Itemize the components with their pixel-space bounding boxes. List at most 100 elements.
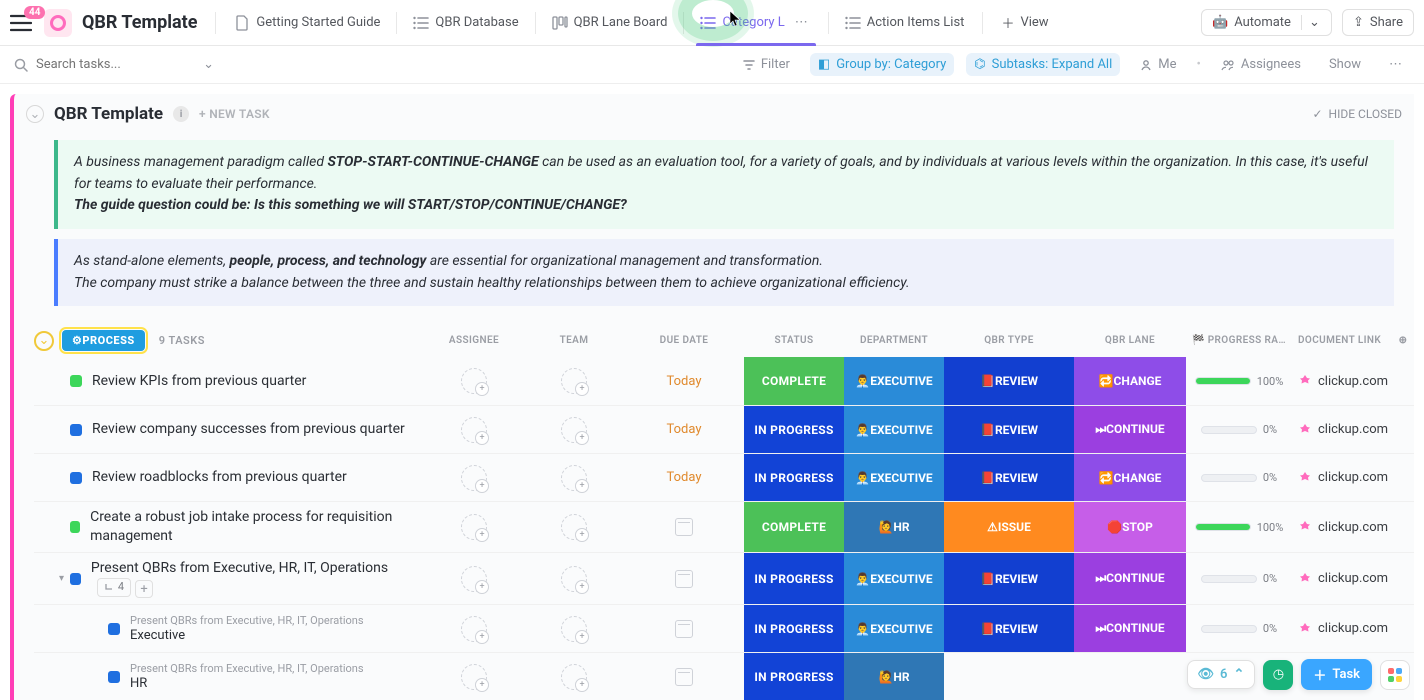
status-square[interactable] — [70, 521, 80, 533]
chevron-down-icon[interactable]: ⌄ — [203, 57, 214, 72]
qbr-type[interactable]: 📕REVIEW — [944, 605, 1074, 652]
watchers-pill[interactable]: 👁 6 ⌃ — [1187, 660, 1256, 689]
task-row[interactable]: ▾Present QBRs from Executive, HR, IT, Op… — [34, 552, 1414, 604]
due-date[interactable] — [624, 605, 744, 652]
status-cell[interactable]: IN PROGRESS — [744, 406, 844, 453]
tab-options[interactable]: ⋯ — [791, 15, 812, 30]
status-square[interactable] — [70, 424, 82, 436]
status-square[interactable] — [70, 573, 81, 585]
due-date[interactable] — [624, 502, 744, 552]
department-cell[interactable]: 👨‍💼EXECUTIVE — [844, 553, 944, 604]
qbr-lane[interactable]: 🛑STOP — [1074, 502, 1186, 552]
status-cell[interactable]: IN PROGRESS — [744, 454, 844, 501]
document-link[interactable]: clickup.com — [1292, 357, 1392, 405]
department-cell[interactable]: 👨‍💼EXECUTIVE — [844, 357, 944, 405]
team-cell[interactable] — [524, 357, 624, 405]
group-chip[interactable]: ⚙PROCESS — [62, 330, 145, 351]
department-cell[interactable]: 👨‍💼EXECUTIVE — [844, 605, 944, 652]
qbr-type[interactable]: 📕REVIEW — [944, 406, 1074, 453]
progress-cell[interactable]: 100% — [1186, 357, 1292, 405]
col-qtype[interactable]: QBR TYPE — [944, 335, 1074, 346]
collapse-list-button[interactable]: ⌄ — [26, 105, 44, 123]
add-view-button[interactable]: ＋ View — [991, 13, 1058, 32]
filter-button[interactable]: Filter — [735, 53, 798, 76]
department-cell[interactable]: 👨‍💼EXECUTIVE — [844, 406, 944, 453]
document-link[interactable]: clickup.com — [1292, 406, 1392, 453]
group-by-button[interactable]: ◧ Group by: Category — [810, 53, 954, 76]
qbr-type[interactable] — [944, 653, 1074, 700]
assignee-cell[interactable] — [424, 357, 524, 405]
subtask-count[interactable]: 4 — [97, 578, 131, 597]
assignee-cell[interactable] — [424, 406, 524, 453]
hide-closed-button[interactable]: ✓ HIDE CLOSED — [1312, 107, 1402, 121]
team-cell[interactable] — [524, 553, 624, 604]
timer-button[interactable]: ◷ — [1263, 660, 1293, 690]
team-cell[interactable] — [524, 502, 624, 552]
task-row[interactable]: Present QBRs from Executive, HR, IT, Ope… — [34, 604, 1414, 652]
add-subtask-button[interactable]: + — [135, 580, 153, 598]
col-status[interactable]: STATUS — [744, 335, 844, 346]
search-box[interactable]: ⌄ — [14, 57, 214, 72]
status-cell[interactable]: COMPLETE — [744, 502, 844, 552]
assignee-cell[interactable] — [424, 454, 524, 501]
tab-getting-started-guide[interactable]: Getting Started Guide — [224, 0, 390, 45]
col-assignee[interactable]: ASSIGNEE — [424, 335, 524, 346]
expand-button[interactable]: ▾ — [59, 573, 64, 584]
tab-action-items-list[interactable]: Action Items List — [835, 0, 975, 45]
department-cell[interactable]: 👨‍💼EXECUTIVE — [844, 454, 944, 501]
qbr-lane[interactable]: ⏭CONTINUE — [1074, 406, 1186, 453]
progress-cell[interactable]: 0% — [1186, 553, 1292, 604]
status-cell[interactable]: IN PROGRESS — [744, 553, 844, 604]
space-icon[interactable] — [44, 9, 72, 37]
qbr-lane[interactable]: 🔁CHANGE — [1074, 454, 1186, 501]
qbr-lane[interactable] — [1074, 653, 1186, 700]
due-date[interactable]: Today — [624, 454, 744, 501]
department-cell[interactable]: 🙋HR — [844, 653, 944, 700]
progress-cell[interactable]: 0% — [1186, 454, 1292, 501]
status-square[interactable] — [108, 671, 120, 683]
status-cell[interactable]: COMPLETE — [744, 357, 844, 405]
automate-button[interactable]: 🤖 Automate ⌄ — [1201, 9, 1332, 36]
apps-button[interactable] — [1380, 660, 1410, 690]
col-doc[interactable]: DOCUMENT LINK — [1292, 335, 1392, 346]
chevron-down-icon[interactable]: ⌄ — [1301, 15, 1321, 30]
info-icon[interactable]: i — [173, 106, 189, 122]
team-cell[interactable] — [524, 605, 624, 652]
tab-qbr-database[interactable]: QBR Database — [403, 0, 528, 45]
progress-cell[interactable]: 100% — [1186, 502, 1292, 552]
team-cell[interactable] — [524, 653, 624, 700]
status-cell[interactable]: IN PROGRESS — [744, 653, 844, 700]
due-date[interactable] — [624, 553, 744, 604]
qbr-lane[interactable]: 🔁CHANGE — [1074, 357, 1186, 405]
assignee-cell[interactable] — [424, 653, 524, 700]
qbr-type[interactable]: ⚠ISSUE — [944, 502, 1074, 552]
me-filter[interactable]: Me — [1132, 53, 1184, 76]
share-button[interactable]: ⇪ Share — [1342, 9, 1414, 36]
new-task-fab[interactable]: ＋ Task — [1301, 659, 1372, 690]
status-square[interactable] — [108, 623, 120, 635]
task-row[interactable]: Review company successes from previous q… — [34, 405, 1414, 453]
document-link[interactable]: clickup.com — [1292, 502, 1392, 552]
assignee-cell[interactable] — [424, 605, 524, 652]
new-task-button[interactable]: + NEW TASK — [199, 107, 270, 121]
assignees-filter[interactable]: Assignees — [1213, 53, 1309, 76]
qbr-type[interactable]: 📕REVIEW — [944, 454, 1074, 501]
document-link[interactable]: clickup.com — [1292, 553, 1392, 604]
assignee-cell[interactable] — [424, 502, 524, 552]
due-date[interactable]: Today — [624, 406, 744, 453]
team-cell[interactable] — [524, 454, 624, 501]
more-button[interactable]: ⋯ — [1381, 53, 1410, 76]
task-row[interactable]: Review roadblocks from previous quarterT… — [34, 453, 1414, 501]
status-cell[interactable]: IN PROGRESS — [744, 605, 844, 652]
col-lane[interactable]: QBR LANE — [1074, 335, 1186, 346]
progress-cell[interactable]: 0% — [1186, 406, 1292, 453]
subtasks-button[interactable]: ⌬ Subtasks: Expand All — [966, 53, 1120, 76]
due-date[interactable]: Today — [624, 357, 744, 405]
group-collapse-button[interactable]: ⌄ — [34, 331, 54, 351]
status-square[interactable] — [70, 472, 82, 484]
menu-button[interactable]: 44 — [10, 14, 32, 32]
qbr-lane[interactable]: ⏭CONTINUE — [1074, 553, 1186, 604]
qbr-type[interactable]: 📕REVIEW — [944, 553, 1074, 604]
due-date[interactable] — [624, 653, 744, 700]
document-link[interactable]: clickup.com — [1292, 605, 1392, 652]
